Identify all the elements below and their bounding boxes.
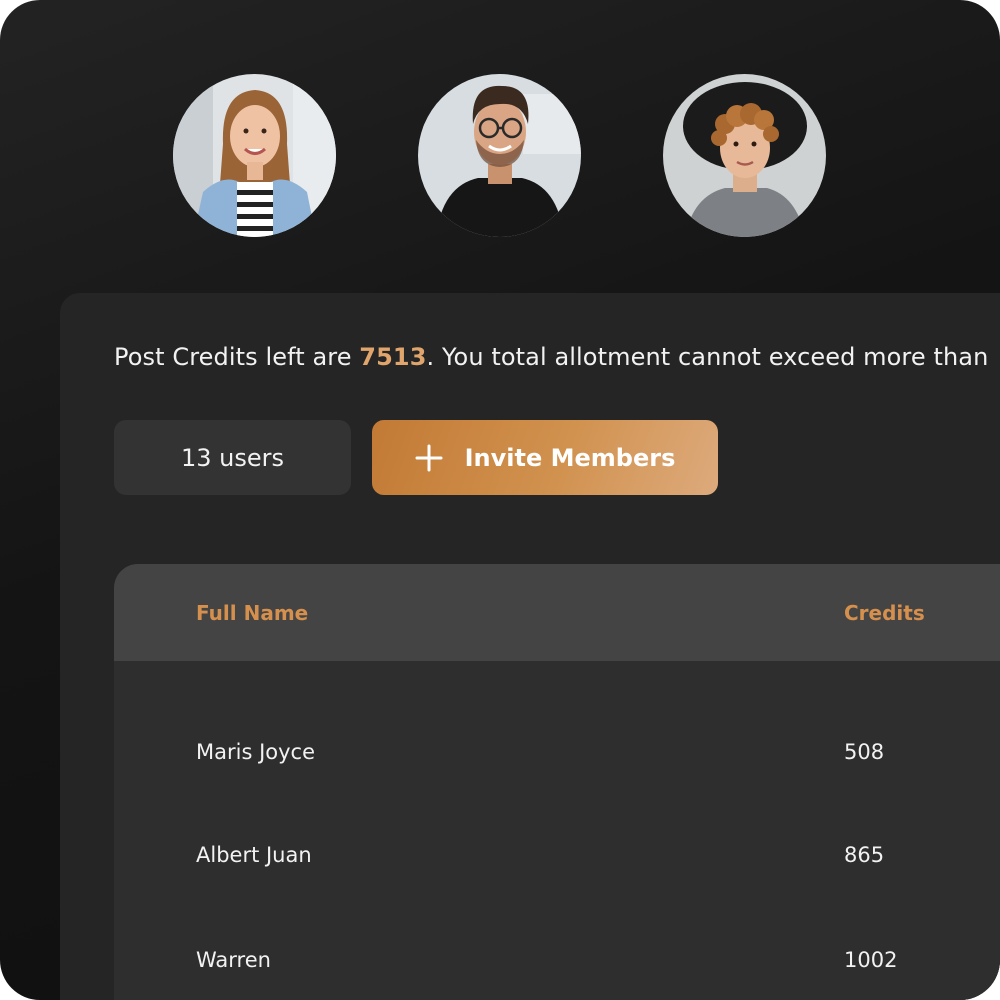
avatar[interactable] (418, 74, 581, 237)
column-header-full-name[interactable]: Full Name (196, 601, 308, 625)
users-count-label: 13 users (180, 443, 285, 472)
credits-notice: Post Credits left are 7513. You total al… (114, 343, 988, 371)
users-count-badge: 13 users (114, 420, 351, 495)
table-row[interactable]: Warren 1002 (114, 948, 1000, 988)
avatar[interactable] (663, 74, 826, 237)
avatar-woman-image (173, 74, 336, 237)
cell-full-name: Warren (196, 948, 271, 972)
credits-prefix: Post Credits left are (114, 343, 360, 371)
credits-value: 7513 (359, 343, 427, 371)
plus-icon (415, 444, 443, 471)
avatar[interactable] (173, 74, 336, 237)
column-header-credits[interactable]: Credits (844, 601, 925, 625)
cell-full-name: Albert Juan (196, 843, 312, 867)
avatar-man-image (418, 74, 581, 237)
app-frame: Post Credits left are 7513. You total al… (0, 0, 1000, 1000)
credits-suffix: . You total allotment cannot exceed more… (426, 343, 989, 371)
cell-full-name: Maris Joyce (196, 740, 316, 764)
invite-members-button[interactable]: Invite Members (372, 420, 718, 495)
cell-credits: 1002 (844, 948, 898, 972)
table-header: Full Name Credits (114, 564, 1000, 661)
cell-credits: 865 (844, 843, 885, 867)
members-table: Full Name Credits Maris Joyce 508 Albert… (114, 564, 1000, 1000)
table-row[interactable]: Albert Juan 865 (114, 843, 1000, 883)
cell-credits: 508 (844, 740, 885, 764)
invite-members-label: Invite Members (464, 443, 676, 472)
table-row[interactable]: Maris Joyce 508 (114, 740, 1000, 780)
members-panel: Post Credits left are 7513. You total al… (60, 293, 1000, 1000)
avatar-man-hat-image (663, 74, 826, 237)
